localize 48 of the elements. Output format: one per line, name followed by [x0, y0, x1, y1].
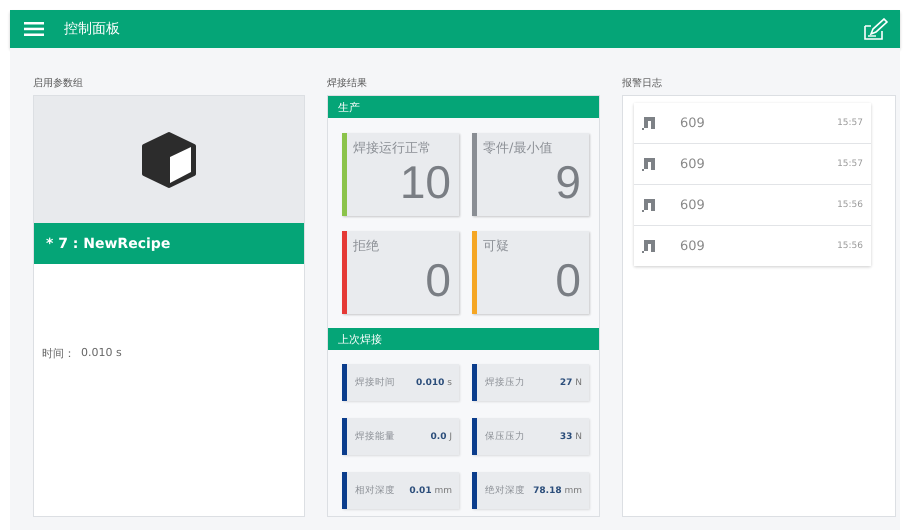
section-title: 焊接结果 [327, 76, 368, 91]
measurement-value: 27 N [560, 378, 582, 388]
alarm-icon [642, 156, 656, 172]
time-value: 0.010 s [81, 346, 122, 361]
measurement-label: 焊接压力 [485, 376, 525, 389]
alarm-time: 15:56 [837, 200, 863, 210]
menu-icon[interactable] [24, 22, 44, 36]
page-title: 控制面板 [64, 20, 121, 38]
section-title: 启用参数组 [33, 76, 84, 91]
measurement-label: 相对深度 [355, 484, 395, 497]
alarm-entry[interactable]: 609 15:56 [634, 226, 871, 266]
alarm-code: 609 [680, 116, 706, 130]
alarm-code: 609 [680, 156, 706, 172]
recipe-name: * 7 : NewRecipe [34, 223, 304, 264]
alarm-icon [642, 198, 656, 212]
alarm-entry[interactable]: 609 15:57 [634, 144, 871, 185]
tile-label: 可疑 [483, 238, 510, 255]
measurement-value: 0.010 s [416, 378, 452, 388]
section-header: 上次焊接 [328, 328, 599, 350]
time-label: 时间： [42, 346, 75, 361]
measurement-value: 33 N [560, 432, 582, 442]
tile-value: 9 [554, 157, 581, 207]
tile-label: 拒绝 [353, 238, 380, 255]
cube-icon [141, 130, 197, 188]
measurement-label: 焊接时间 [355, 376, 395, 389]
measurement-value: 0.0 J [430, 432, 452, 442]
alarm-entry[interactable]: 609 15:56 [634, 185, 871, 226]
measurement-label: 焊接能量 [355, 430, 395, 443]
alarm-time: 15:57 [837, 118, 863, 128]
alarm-entry[interactable]: 609 15:57 [634, 103, 871, 144]
tile-value: 10 [398, 157, 451, 207]
alarm-icon [642, 116, 656, 130]
alarm-time: 15:57 [837, 159, 863, 169]
tile-label: 焊接运行正常 [353, 140, 432, 157]
alarm-time: 15:56 [837, 241, 863, 251]
measurement-value: 0.01 mm [409, 486, 452, 496]
alarm-code: 609 [680, 198, 706, 212]
tile-value: 0 [424, 255, 451, 305]
alarm-code: 609 [680, 238, 706, 254]
tile-label: 零件/最小值 [483, 140, 554, 157]
measurement-label: 绝对深度 [485, 484, 525, 497]
edit-icon[interactable] [862, 17, 888, 41]
measurement-value: 78.18 mm [533, 486, 582, 496]
section-title: 报警日志 [622, 76, 663, 91]
tile-value: 0 [554, 255, 581, 305]
measurement-label: 保压压力 [485, 430, 525, 443]
section-header: 生产 [328, 96, 599, 118]
alarm-icon [642, 238, 656, 254]
